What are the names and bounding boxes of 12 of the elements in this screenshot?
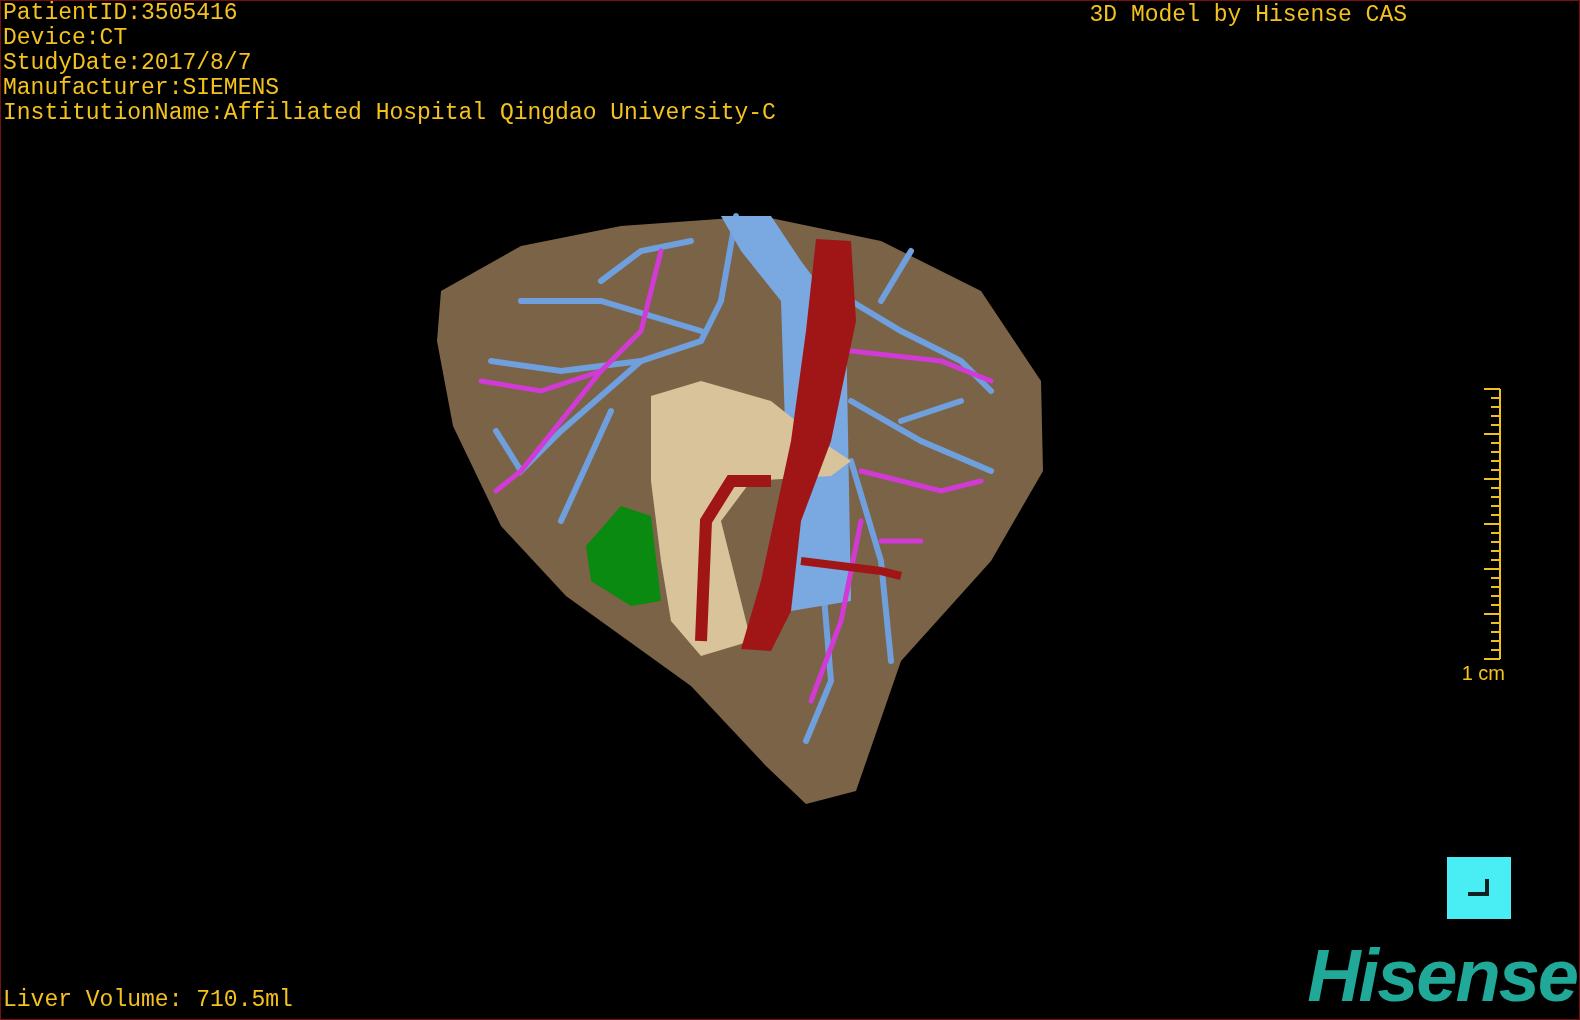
- logo: Hisense: [1307, 943, 1577, 1009]
- scale-label: 1 cm: [1461, 662, 1505, 685]
- info-line: InstitutionName:Affiliated Hospital Qingdao University-C: [3, 101, 776, 126]
- info-line: Device:CT: [3, 26, 128, 51]
- info-line: PatientID:3505416: [3, 1, 238, 26]
- liver-volume: Liver Volume: 710.5ml: [2, 988, 293, 1013]
- corner-button[interactable]: [1447, 857, 1511, 919]
- model-credit: 3D Model by Hisense CAS: [1089, 3, 1407, 28]
- liver-model-drawing[interactable]: [437, 213, 1043, 804]
- info-line: Manufacturer:SIEMENS: [3, 76, 280, 101]
- corner-icon: [1468, 879, 1490, 897]
- info-line: StudyDate:2017/8/7: [3, 51, 252, 76]
